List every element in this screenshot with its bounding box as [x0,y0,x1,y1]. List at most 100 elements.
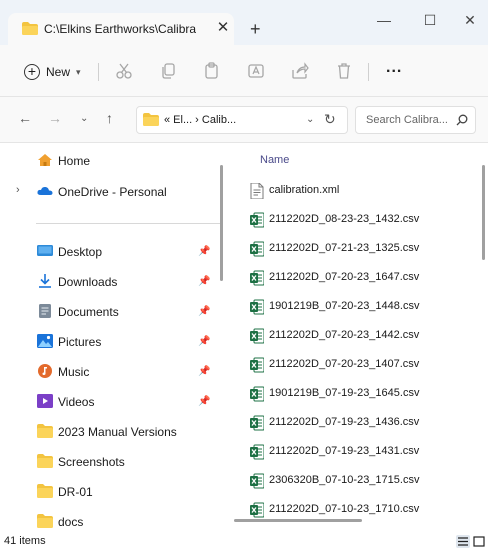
file-name: 2112202D_07-21-23_1325.csv [269,242,420,254]
sidebar-item-2023-manual-versions[interactable]: 2023 Manual Versions [0,419,222,445]
file-name: 2112202D_07-20-23_1407.csv [269,358,420,370]
sidebar-item-desktop[interactable]: Desktop 📌 [0,239,222,265]
column-header-name[interactable]: Name [260,154,289,166]
copy-icon[interactable] [158,61,178,81]
pin-icon: 📌 [198,366,211,377]
cloud-icon [37,184,53,198]
excel-csv-icon [250,212,265,228]
sidebar-item-dr-01[interactable]: DR-01 [0,479,222,505]
sidebar-item-onedrive[interactable]: › OneDrive - Personal [0,179,222,205]
folder-icon [143,113,159,129]
search-input[interactable]: Search Calibra... [366,114,448,126]
back-arrow-icon[interactable]: ← [18,110,32,126]
pin-icon: 📌 [198,336,211,347]
file-row[interactable]: 2112202D_07-20-23_1647.csv [230,266,488,290]
more-options-button[interactable]: ... [386,59,402,77]
videos-icon [37,394,53,408]
close-tab-icon[interactable]: ✕ [214,19,232,37]
rename-icon[interactable] [246,61,266,81]
sidebar-item-label: Downloads [58,275,118,289]
folder-icon [22,22,38,38]
file-row[interactable]: 1901219B_07-20-23_1448.csv [230,295,488,319]
file-row[interactable]: 2112202D_08-23-23_1432.csv [230,208,488,232]
vertical-scrollbar[interactable] [482,165,485,260]
sidebar-scrollbar[interactable] [220,165,223,281]
delete-icon[interactable] [334,61,354,81]
horizontal-scrollbar[interactable] [234,519,362,522]
sidebar-item-label: OneDrive - Personal [58,185,167,199]
sidebar-item-pictures[interactable]: Pictures 📌 [0,329,222,355]
excel-csv-icon [250,415,265,431]
search-icon [456,114,468,129]
file-name: 2112202D_07-20-23_1647.csv [269,271,420,283]
home-icon [37,153,53,167]
sidebar-item-downloads[interactable]: Downloads 📌 [0,269,222,295]
refresh-icon[interactable]: ↻ [324,111,336,128]
sidebar-item-videos[interactable]: Videos 📌 [0,389,222,415]
forward-arrow-icon[interactable]: → [48,110,62,126]
excel-csv-icon [250,270,265,286]
excel-csv-icon [250,357,265,373]
title-bar: C:\Elkins Earthworks\Calibrati ✕ + — ☐ ✕ [0,0,488,45]
new-button[interactable]: + New ▾ [24,61,81,83]
file-list: Name calibration.xml 2112202D_08-23-23_1… [230,143,488,534]
folder-icon [37,454,53,468]
folder-icon [37,424,53,438]
toolbar-divider [368,63,369,81]
file-row[interactable]: 2112202D_07-19-23_1436.csv [230,411,488,435]
sidebar-item-screenshots[interactable]: Screenshots [0,449,222,475]
excel-csv-icon [250,502,265,518]
chevron-down-icon: ▾ [76,66,81,77]
plus-icon: + [24,64,40,80]
excel-csv-icon [250,299,265,315]
sidebar-item-home[interactable]: Home [0,148,222,174]
sidebar-item-label: Pictures [58,335,102,349]
pin-icon: 📌 [198,396,211,407]
file-row[interactable]: 2306320B_07-10-23_1715.csv [230,469,488,493]
documents-icon [37,304,53,318]
excel-csv-icon [250,386,265,402]
address-path[interactable]: « El... › Calib... [164,114,236,126]
search-box[interactable]: Search Calibra... [355,106,476,134]
file-row[interactable]: 2112202D_07-21-23_1325.csv [230,237,488,261]
sidebar-item-docs[interactable]: docs [0,509,222,534]
maximize-icon[interactable]: ☐ [420,10,440,30]
paste-icon[interactable] [202,61,222,81]
tab-active[interactable]: C:\Elkins Earthworks\Calibrati ✕ [8,13,234,45]
address-bar[interactable]: « El... › Calib... ⌄ ↻ [136,106,348,134]
file-row[interactable]: 2112202D_07-20-23_1442.csv [230,324,488,348]
file-name: 2112202D_07-10-23_1710.csv [269,503,420,515]
pin-icon: 📌 [198,306,211,317]
sidebar-item-label: DR-01 [58,485,93,499]
new-tab-button[interactable]: + [250,20,261,38]
sidebar-item-label: docs [58,515,84,529]
sidebar-item-label: Music [58,365,90,379]
excel-csv-icon [250,328,265,344]
excel-csv-icon [250,473,265,489]
music-icon [37,364,53,378]
sidebar-item-documents[interactable]: Documents 📌 [0,299,222,325]
recent-locations-chevron-icon[interactable]: ⌄ [80,113,88,124]
sidebar-item-label: 2023 Manual Versions [58,425,177,439]
file-name: 1901219B_07-19-23_1645.csv [269,387,420,399]
minimize-icon[interactable]: — [374,10,394,30]
navigation-bar: ← → ⌄ ↑ « El... › Calib... ⌄ ↻ Search Ca… [0,97,488,143]
status-bar: 41 items [0,534,488,550]
sidebar-item-music[interactable]: Music 📌 [0,359,222,385]
file-name: 2306320B_07-10-23_1715.csv [269,474,420,486]
details-view-icon[interactable] [456,535,470,548]
file-row[interactable]: 1901219B_07-19-23_1645.csv [230,382,488,406]
file-row[interactable]: 2112202D_07-19-23_1431.csv [230,440,488,464]
up-arrow-icon[interactable]: ↑ [106,110,113,126]
expand-chevron-icon[interactable]: › [16,184,20,196]
close-window-icon[interactable]: ✕ [460,10,480,30]
share-icon[interactable] [290,61,310,81]
file-row[interactable]: 2112202D_07-20-23_1407.csv [230,353,488,377]
desktop-icon [37,244,53,258]
cut-icon[interactable] [114,61,134,81]
chevron-down-icon[interactable]: ⌄ [306,114,314,125]
tiles-view-icon[interactable] [472,535,486,548]
sidebar-item-label: Home [58,154,91,168]
file-row[interactable]: calibration.xml [230,179,488,203]
download-icon [37,274,53,288]
